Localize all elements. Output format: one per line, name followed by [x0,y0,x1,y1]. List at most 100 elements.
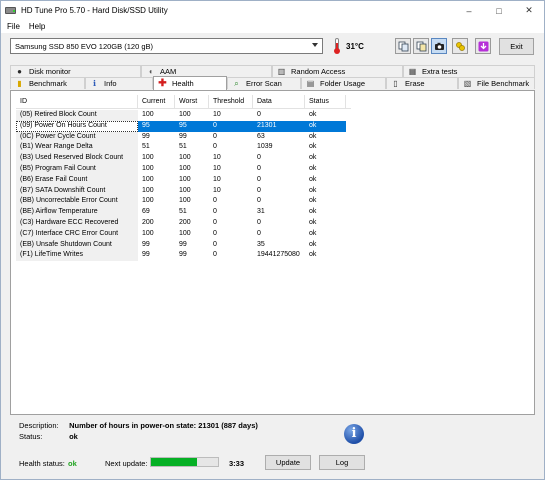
smart-attributes-table[interactable]: ID Current Worst Threshold Data Status (… [16,94,351,262]
copy-all-button[interactable] [413,38,429,54]
cell-data: 0 [257,111,261,118]
column-header-worst[interactable]: Worst [175,94,209,109]
download-icon [478,41,488,51]
column-header-current[interactable]: Current [138,94,175,109]
close-button[interactable]: ✕ [514,1,544,20]
tab-erase[interactable]: ▯ Erase [386,77,458,89]
screenshot-button[interactable] [431,38,447,54]
cell-worst: 51 [179,143,187,151]
table-row[interactable]: (C3) Hardware ECC Recovered 200 200 0 0 ok [16,217,351,229]
info-icon: ℹ [92,79,97,88]
cell-data: 35 [257,240,265,248]
menu-bar: File Help [1,20,544,33]
table-row[interactable]: (B1) Wear Range Delta 51 51 0 1039 ok [16,142,351,154]
cell-worst: 99 [179,132,187,140]
tab-info[interactable]: ℹ Info [85,77,153,89]
column-header-id[interactable]: ID [16,94,138,109]
table-row[interactable]: (B6) Erase Fail Count 100 100 10 0 ok [16,174,351,186]
cell-current: 99 [142,251,150,259]
tab-label: Error Scan [246,79,282,88]
cell-status: ok [305,120,346,132]
cell-id: (B7) SATA Downshift Count [16,185,138,197]
cell-id: (F1) LifeTime Writes [16,250,138,262]
tab-label: Info [104,79,117,88]
cell-data: 0 [257,197,261,205]
column-header-threshold[interactable]: Threshold [209,94,253,109]
cell-status: ok [309,143,317,151]
description-value: Number of hours in power-on state: 21301… [69,421,258,430]
cell-worst: 100 [179,186,191,194]
table-row[interactable]: (EB) Unsafe Shutdown Count 99 99 0 35 ok [16,239,351,251]
screenshot-icon [434,42,444,50]
table-row[interactable]: (B5) Program Fail Count 100 100 10 0 ok [16,163,351,175]
progress-fill [151,458,197,466]
tab-folder-usage[interactable]: ▤ Folder Usage [301,77,386,89]
tab-benchmark[interactable]: ▮ Benchmark [10,77,85,89]
exit-button[interactable]: Exit [499,38,534,55]
cell-status: ok [309,229,317,237]
table-header: ID Current Worst Threshold Data Status [16,94,351,109]
cell-current: 100 [142,164,154,172]
cell-current: 200 [142,218,154,226]
temperature-readout: 31°C [346,42,364,51]
health-icon: ✚ [158,78,167,89]
description-area: Description: Number of hours in power-on… [19,421,258,441]
menu-help[interactable]: Help [29,22,45,31]
tab-extra-tests[interactable]: ▦ Extra tests [403,65,535,77]
health-status-label: Health status: [19,459,65,468]
thermometer-icon [334,38,340,54]
table-row[interactable]: (0C) Power Cycle Count 99 99 0 63 ok [16,131,351,143]
extra-tests-icon: ▦ [408,67,417,76]
cell-current: 95 [138,120,175,132]
cell-data: 19441275080 [257,251,300,259]
tab-disk-monitor[interactable]: ● Disk monitor [10,65,141,77]
drive-select[interactable]: Samsung SSD 850 EVO 120GB (120 gB) [10,38,323,54]
title-bar[interactable]: HD Tune Pro 5.70 - Hard Disk/SSD Utility… [1,1,544,20]
cell-threshold: 10 [213,186,221,194]
status-value: ok [69,432,78,441]
cell-status: ok [309,208,317,216]
table-row[interactable]: (BE) Airflow Temperature 69 51 0 31 ok [16,207,351,218]
cell-status: ok [309,251,317,259]
cell-data: 0 [257,175,261,183]
table-row[interactable]: (F1) LifeTime Writes 99 99 0 19441275080 ok [16,250,351,262]
tab-file-benchmark[interactable]: ▧ File Benchmark [458,77,535,89]
tab-label: Benchmark [29,79,67,88]
cell-worst: 200 [179,218,191,226]
cell-status: ok [309,186,317,194]
cell-current: 99 [142,240,150,248]
cell-current: 100 [142,229,154,237]
table-row[interactable]: (09) Power On Hours Count 95 95 0 21301 ok [16,120,351,132]
tab-error-scan[interactable]: ⌕ Error Scan [227,77,301,89]
table-row[interactable]: (C7) Interface CRC Error Count 100 100 0 0 ok [16,228,351,240]
tab-row-bottom: ▮ Benchmark ℹ Info ✚ Health ⌕ Error Scan… [10,76,535,90]
cell-current: 100 [142,154,154,162]
table-row[interactable]: (BB) Uncorrectable Error Count 100 100 0 0 ok [16,196,351,208]
next-update-time: 3:33 [229,459,245,468]
update-button[interactable]: Update [265,455,311,470]
hard-disk-icon [5,5,16,16]
cell-threshold: 0 [213,208,217,216]
table-row[interactable]: (B3) Used Reserved Block Count 100 100 10 0 o… [16,153,351,164]
maximize-button[interactable]: □ [484,1,514,20]
download-button[interactable] [475,38,491,54]
tab-health[interactable]: ✚ Health [153,76,227,90]
column-header-status[interactable]: Status [305,94,346,109]
cell-threshold: 0 [213,132,217,140]
log-button[interactable]: Log [319,455,365,470]
cell-id: (BB) Uncorrectable Error Count [16,196,138,208]
cell-data: 31 [257,208,265,216]
cell-data: 63 [257,132,265,140]
options-button[interactable] [452,38,468,54]
cell-threshold: 0 [209,120,253,132]
column-header-data[interactable]: Data [253,94,305,109]
minimize-button[interactable]: – [454,1,484,20]
table-row[interactable]: (B7) SATA Downshift Count 100 100 10 0 ok [16,185,351,197]
drive-select-value: Samsung SSD 850 EVO 120GB (120 gB) [15,42,153,51]
menu-file[interactable]: File [7,22,20,31]
tab-row-top: ● Disk monitor ◖ AAM ▥ Random Access ▦ E… [10,65,535,77]
cell-current: 99 [142,132,150,140]
tab-random-access[interactable]: ▥ Random Access [272,65,403,77]
copy-button[interactable] [395,38,411,54]
table-row[interactable]: (05) Retired Block Count 100 100 10 0 ok [16,110,351,121]
